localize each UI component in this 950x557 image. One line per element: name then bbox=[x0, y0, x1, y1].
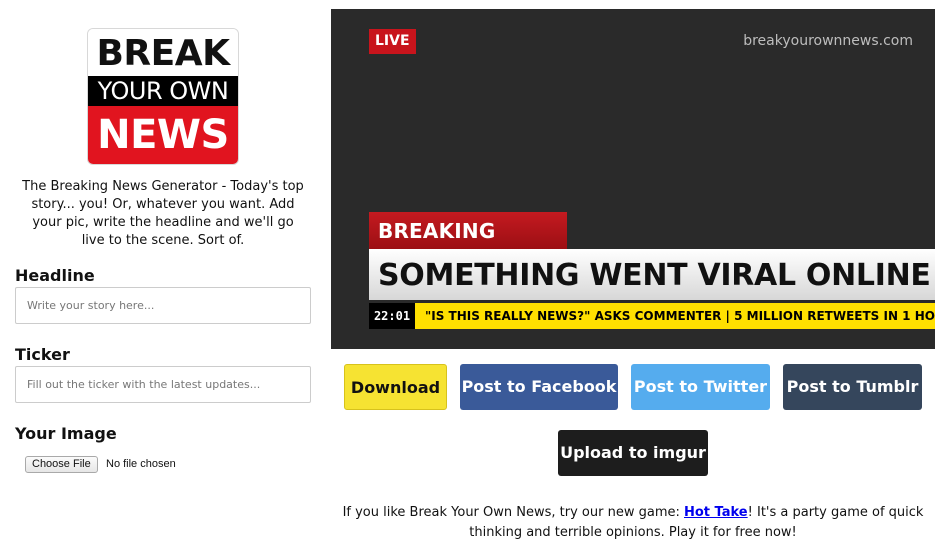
post-to-tumblr-button[interactable]: Post to Tumblr bbox=[783, 364, 922, 410]
logo-line-2: YOUR OWN bbox=[88, 76, 238, 106]
download-button[interactable]: Download bbox=[344, 364, 447, 410]
ticker-text: "IS THIS REALLY NEWS?" ASKS COMMENTER | … bbox=[425, 309, 935, 323]
news-ticker: 22:01 "IS THIS REALLY NEWS?" ASKS COMMEN… bbox=[369, 303, 935, 329]
news-preview: LIVE breakyourownnews.com BREAKING NEWS … bbox=[331, 9, 935, 349]
logo-line-3: NEWS bbox=[88, 106, 238, 164]
ticker-input[interactable] bbox=[15, 366, 311, 403]
image-label: Your Image bbox=[15, 424, 117, 443]
ticker-time: 22:01 bbox=[369, 303, 415, 329]
ticker-label: Ticker bbox=[15, 345, 70, 364]
post-to-twitter-button[interactable]: Post to Twitter bbox=[631, 364, 770, 410]
choose-file-button[interactable]: Choose File bbox=[25, 456, 98, 473]
headline-input[interactable] bbox=[15, 287, 311, 324]
headline-label: Headline bbox=[15, 266, 95, 285]
promo-text: If you like Break Your Own News, try our… bbox=[333, 503, 933, 543]
file-status: No file chosen bbox=[106, 458, 176, 470]
news-headline: SOMETHING WENT VIRAL ONLINE bbox=[369, 249, 935, 300]
upload-to-imgur-button[interactable]: Upload to imgur bbox=[558, 430, 708, 476]
breaking-news-label: BREAKING NEWS bbox=[369, 212, 567, 281]
post-to-facebook-button[interactable]: Post to Facebook bbox=[460, 364, 618, 410]
logo-line-1: BREAK bbox=[88, 29, 238, 76]
intro-text: The Breaking News Generator - Today's to… bbox=[22, 179, 304, 248]
site-watermark: breakyourownnews.com bbox=[743, 33, 913, 49]
live-badge: LIVE bbox=[369, 29, 416, 54]
promo-text-before: If you like Break Your Own News, try our… bbox=[342, 505, 684, 520]
hot-take-link[interactable]: Hot Take bbox=[684, 505, 748, 520]
site-logo[interactable]: BREAK YOUR OWN NEWS bbox=[88, 29, 238, 164]
